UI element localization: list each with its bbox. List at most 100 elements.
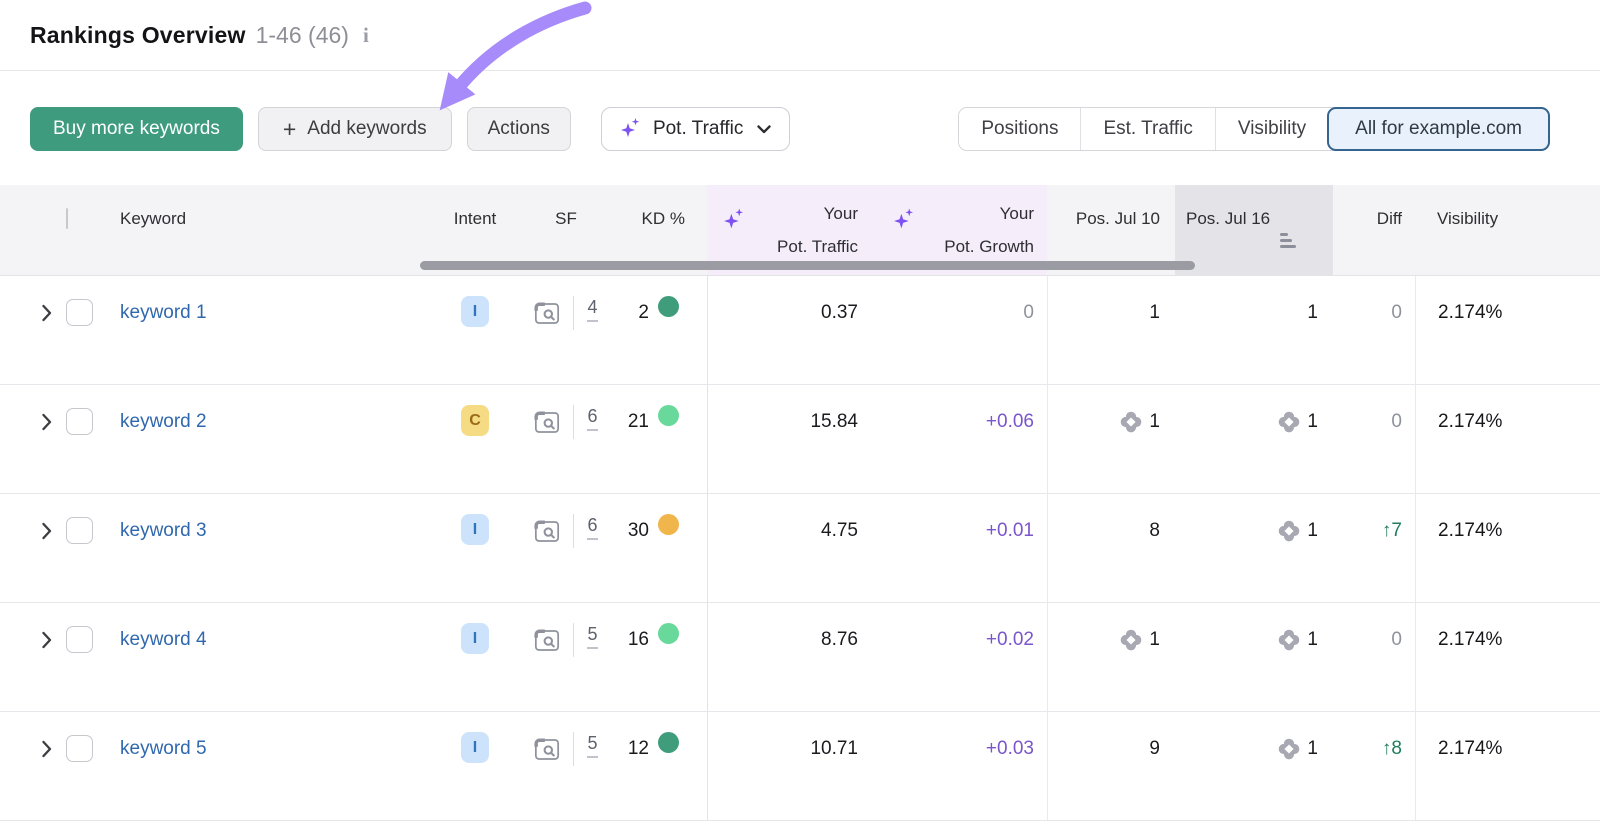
serp-preview-icon[interactable]	[534, 296, 560, 330]
pot-traffic-cell: 8.76	[707, 603, 877, 711]
column-header-visibility[interactable]: Visibility	[1415, 185, 1600, 275]
table-row: keyword 5I51210.71+0.0391↑82.174%	[0, 712, 1600, 821]
add-keywords-label: Add keywords	[307, 118, 426, 140]
serp-features-count[interactable]: 6	[587, 405, 597, 431]
pot-growth-cell: +0.02	[877, 603, 1047, 711]
pot-growth-cell: +0.06	[877, 385, 1047, 493]
intent-badge[interactable]: C	[461, 405, 489, 436]
pos-jul16-cell: 1	[1175, 276, 1333, 384]
toolbar: Buy more keywords + Add keywords Actions…	[0, 107, 1600, 151]
expand-row-button[interactable]	[0, 385, 66, 493]
pos-jul10-cell: 8	[1047, 494, 1175, 602]
tab-positions[interactable]: Positions	[959, 108, 1080, 150]
keyword-link[interactable]: keyword 5	[120, 732, 207, 766]
row-checkbox[interactable]	[66, 408, 93, 435]
expand-chevron-icon	[42, 514, 52, 548]
rankings-table: Keyword Intent SF KD % Your Pot. Traffic…	[0, 185, 1600, 821]
metric-dropdown[interactable]: Pot. Traffic	[601, 107, 790, 151]
serp-feature-position-icon	[1120, 623, 1142, 657]
pot-growth-value: +0.03	[986, 732, 1034, 766]
diff-cell: 0	[1333, 603, 1415, 711]
tab-visibility[interactable]: Visibility	[1215, 108, 1328, 150]
serp-preview-icon[interactable]	[534, 514, 560, 548]
column-header-keyword[interactable]: Keyword	[110, 185, 440, 275]
diff-cell: ↑8	[1333, 712, 1415, 820]
sort-icon[interactable]	[1280, 233, 1296, 248]
pos-jul16-value: 1	[1307, 405, 1318, 439]
kd-cell: 12	[622, 712, 707, 820]
serp-features-count[interactable]: 5	[587, 732, 597, 758]
intent-badge[interactable]: I	[461, 732, 489, 763]
serp-features-count[interactable]: 4	[587, 296, 597, 322]
column-header-pos-jul16[interactable]: Pos. Jul 16	[1175, 185, 1333, 275]
visibility-value: 2.174%	[1438, 514, 1502, 548]
pos-jul16-value: 1	[1307, 623, 1318, 657]
row-checkbox[interactable]	[66, 735, 93, 762]
visibility-cell: 2.174%	[1415, 712, 1600, 820]
row-checkbox[interactable]	[66, 299, 93, 326]
serp-preview-icon[interactable]	[534, 405, 560, 439]
serp-features-count[interactable]: 6	[587, 514, 597, 540]
keyword-link[interactable]: keyword 1	[120, 296, 207, 330]
keyword-cell: keyword 3	[110, 494, 440, 602]
checkbox-cell	[66, 385, 110, 493]
sparkles-icon	[893, 207, 916, 244]
checkbox-cell	[66, 494, 110, 602]
keyword-link[interactable]: keyword 2	[120, 405, 207, 439]
keyword-link[interactable]: keyword 4	[120, 623, 207, 657]
keyword-link[interactable]: keyword 3	[120, 514, 207, 548]
expand-chevron-icon	[42, 623, 52, 657]
intent-badge[interactable]: I	[461, 296, 489, 327]
expand-row-button[interactable]	[0, 276, 66, 384]
pos-jul16-cell: 1	[1175, 385, 1333, 493]
pos-jul16-value: 1	[1307, 514, 1318, 548]
serp-features-count[interactable]: 5	[587, 623, 597, 649]
kd-difficulty-dot	[658, 405, 679, 426]
row-checkbox[interactable]	[66, 517, 93, 544]
pos-jul10-value: 8	[1149, 514, 1160, 548]
column-header-diff[interactable]: Diff	[1333, 185, 1415, 275]
pot-growth-value: +0.06	[986, 405, 1034, 439]
pot-traffic-value: 10.71	[810, 732, 858, 766]
tab-all-for-domain[interactable]: All for example.com	[1327, 107, 1550, 151]
tab-est-traffic[interactable]: Est. Traffic	[1080, 108, 1214, 150]
table-row: keyword 1I420.3701102.174%	[0, 276, 1600, 385]
kd-value: 2	[638, 296, 649, 330]
divider	[573, 514, 574, 548]
divider	[573, 296, 574, 330]
pot-growth-cell: +0.03	[877, 712, 1047, 820]
view-tabs: Positions Est. Traffic Visibility All fo…	[958, 107, 1550, 151]
info-icon[interactable]: i	[363, 23, 369, 48]
select-all-checkbox[interactable]	[66, 208, 68, 229]
pos-jul10-cell: 9	[1047, 712, 1175, 820]
intent-cell: I	[440, 494, 510, 602]
serp-preview-icon[interactable]	[534, 623, 560, 657]
pos-jul10-cell: 1	[1047, 603, 1175, 711]
expand-row-button[interactable]	[0, 712, 66, 820]
pot-traffic-value: 15.84	[810, 405, 858, 439]
kd-value: 30	[628, 514, 649, 548]
intent-badge[interactable]: I	[461, 623, 489, 654]
keyword-cell: keyword 1	[110, 276, 440, 384]
sparkles-icon	[620, 117, 642, 141]
table-row: keyword 3I6304.75+0.0181↑72.174%	[0, 494, 1600, 603]
pos-jul10-value: 1	[1149, 623, 1160, 657]
horizontal-scrollbar[interactable]	[420, 261, 1195, 270]
diff-cell: 0	[1333, 385, 1415, 493]
expand-chevron-icon	[42, 296, 52, 330]
actions-button[interactable]: Actions	[467, 107, 571, 151]
header-label: Pos. Jul 16	[1186, 205, 1270, 232]
add-keywords-button[interactable]: + Add keywords	[258, 107, 452, 151]
visibility-value: 2.174%	[1438, 732, 1502, 766]
expand-row-button[interactable]	[0, 603, 66, 711]
pot-traffic-value: 0.37	[821, 296, 858, 330]
intent-badge[interactable]: I	[461, 514, 489, 545]
kd-cell: 21	[622, 385, 707, 493]
table-row: keyword 4I5168.76+0.021102.174%	[0, 603, 1600, 712]
expand-row-button[interactable]	[0, 494, 66, 602]
buy-more-keywords-button[interactable]: Buy more keywords	[30, 107, 243, 151]
visibility-cell: 2.174%	[1415, 603, 1600, 711]
serp-preview-icon[interactable]	[534, 732, 560, 766]
serp-feature-position-icon	[1278, 623, 1300, 657]
row-checkbox[interactable]	[66, 626, 93, 653]
